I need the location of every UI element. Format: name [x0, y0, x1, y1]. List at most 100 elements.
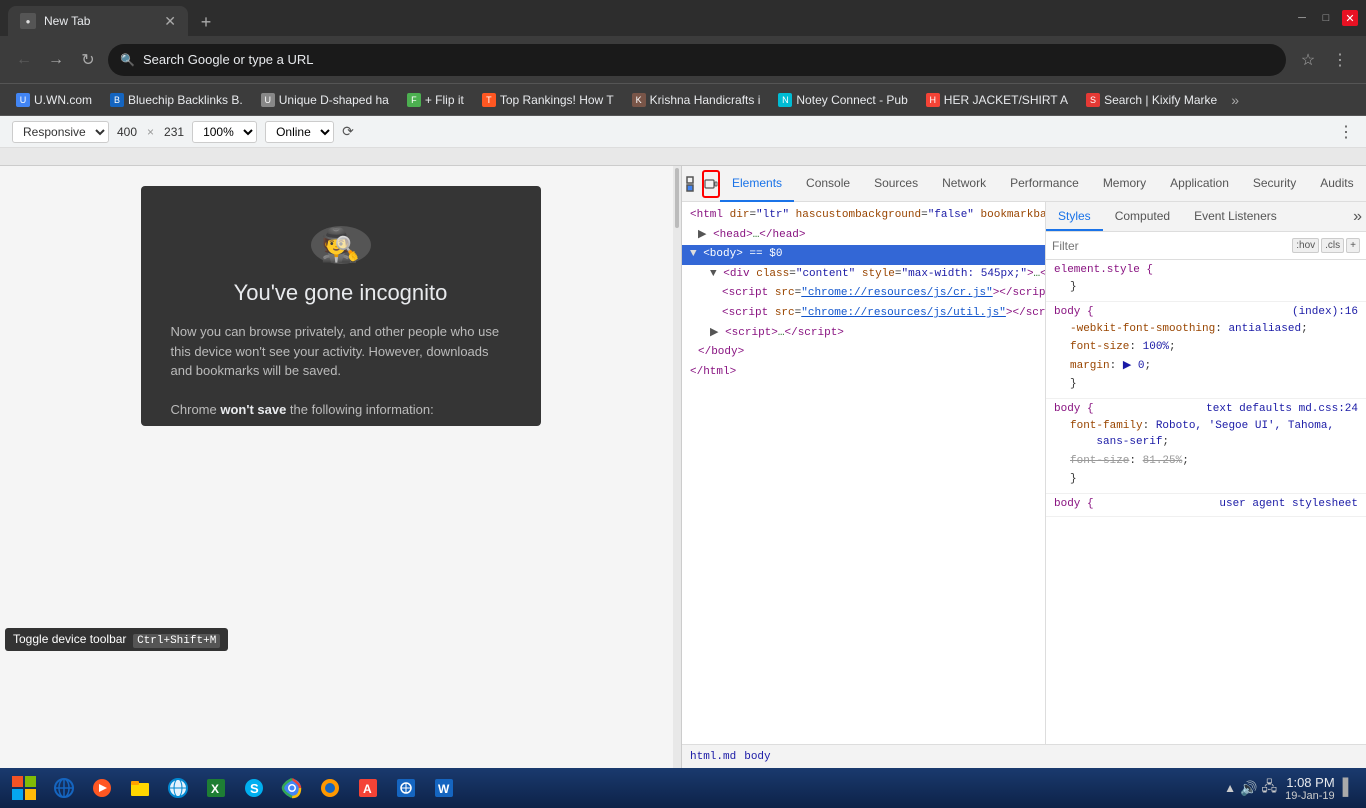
css-block-header: element.style {: [1054, 264, 1358, 278]
dom-line[interactable]: <script src="chrome://resources/js/cr.js…: [682, 284, 1045, 304]
css-block-header: body { (index):16: [1054, 306, 1358, 320]
responsive-select[interactable]: Responsive: [12, 121, 109, 143]
taskbar-excel[interactable]: X: [198, 770, 234, 806]
taskbar-clock[interactable]: 1:08 PM 19-Jan-19: [1285, 775, 1335, 802]
bookmark-star-icon[interactable]: ☆: [1294, 46, 1322, 74]
zoom-select[interactable]: 100%: [192, 121, 257, 143]
rotate-icon[interactable]: ⟳: [342, 123, 354, 140]
hov-button[interactable]: :hov: [1292, 238, 1319, 253]
styles-more-icon[interactable]: »: [1353, 208, 1362, 226]
filter-input[interactable]: [1052, 239, 1286, 253]
css-source[interactable]: text defaults md.css:24: [1206, 403, 1358, 417]
forward-button[interactable]: →: [44, 48, 68, 72]
bookmark-toprankings[interactable]: T Top Rankings! How T: [474, 88, 622, 112]
close-button[interactable]: ✕: [1342, 10, 1358, 26]
breadcrumb-bar: html.md body: [682, 744, 1366, 768]
incognito-title: You've gone incognito: [234, 280, 448, 306]
bookmark-bluechip[interactable]: B Bluechip Backlinks B.: [102, 88, 251, 112]
main-area: 🕵 You've gone incognito Now you can brow…: [0, 166, 1366, 768]
new-tab-button[interactable]: +: [192, 8, 220, 36]
reload-button[interactable]: ↻: [76, 48, 100, 72]
tab-memory[interactable]: Memory: [1091, 166, 1158, 202]
tab-network[interactable]: Network: [930, 166, 998, 202]
tab-console[interactable]: Console: [794, 166, 862, 202]
taskbar-skype[interactable]: S: [236, 770, 272, 806]
tab-computed[interactable]: Computed: [1103, 202, 1182, 231]
bookmark-unique[interactable]: U Unique D-shaped ha: [253, 88, 397, 112]
title-bar: ● New Tab ✕ + ─ □ ✕: [0, 0, 1366, 36]
tab-audits[interactable]: Audits: [1308, 166, 1365, 202]
ruler-area: [0, 148, 1366, 166]
start-button[interactable]: [4, 770, 44, 806]
css-block-body1: body { (index):16 -webkit-font-smoothing…: [1046, 302, 1366, 399]
taskbar-globe[interactable]: [160, 770, 196, 806]
tab-sources[interactable]: Sources: [862, 166, 930, 202]
taskbar-explorer[interactable]: [122, 770, 158, 806]
network-throttle-select[interactable]: Online: [265, 121, 334, 143]
bookmark-krishna[interactable]: K Krishna Handicrafts i: [624, 88, 769, 112]
tab-close-button[interactable]: ✕: [164, 13, 176, 30]
scroll-thumb[interactable]: [675, 168, 679, 228]
bookmark-herjacket[interactable]: H HER JACKET/SHIRT A: [918, 88, 1076, 112]
bookmark-uwn[interactable]: U U.WN.com: [8, 88, 100, 112]
bookmark-favicon: T: [482, 93, 496, 107]
tab-event-listeners[interactable]: Event Listeners: [1182, 202, 1289, 231]
taskbar-chrome[interactable]: [274, 770, 310, 806]
taskbar-word[interactable]: W: [426, 770, 462, 806]
dom-line[interactable]: <script src="chrome://resources/js/util.…: [682, 304, 1045, 324]
dom-line[interactable]: </html>: [682, 363, 1045, 383]
address-bar: ← → ↻ 🔍 Search Google or type a URL ☆ ⋮: [0, 36, 1366, 84]
taskbar-acrobat[interactable]: A: [350, 770, 386, 806]
taskbar-sound-icon[interactable]: 🔊: [1240, 780, 1257, 797]
back-button[interactable]: ←: [12, 48, 36, 72]
viewport-height: 231: [164, 125, 184, 139]
taskbar-media[interactable]: [84, 770, 120, 806]
bookmark-kixify[interactable]: S Search | Kixify Marke: [1078, 88, 1225, 112]
dom-line[interactable]: </body>: [682, 343, 1045, 363]
incognito-body: Now you can browse privately, and other …: [171, 322, 511, 420]
bookmarks-more-button[interactable]: »: [1231, 92, 1239, 108]
svg-text:X: X: [211, 782, 219, 796]
cls-button[interactable]: .cls: [1321, 238, 1344, 253]
inspect-element-button[interactable]: [686, 170, 702, 198]
url-bar[interactable]: 🔍 Search Google or type a URL: [108, 44, 1286, 76]
tab-styles[interactable]: Styles: [1046, 202, 1103, 231]
tab-elements[interactable]: Elements: [720, 166, 794, 202]
bookmark-favicon: K: [632, 93, 646, 107]
taskbar-expand-icon[interactable]: ▲: [1224, 781, 1236, 795]
tab-security[interactable]: Security: [1241, 166, 1308, 202]
taskbar-firefox[interactable]: [312, 770, 348, 806]
svg-text:S: S: [250, 781, 259, 796]
dom-line[interactable]: ▼ <div class="content" style="max-width:…: [682, 265, 1045, 285]
dom-line[interactable]: ▶ <script>…</script>: [682, 324, 1045, 344]
dom-line[interactable]: <html dir="ltr" hascustombackground="fal…: [682, 206, 1045, 226]
device-toolbar-toggle[interactable]: [702, 170, 720, 198]
dom-line[interactable]: ▶ <head>…</head>: [682, 226, 1045, 246]
devtools-panel: Elements Console Sources Network Perform…: [681, 166, 1366, 768]
bookmark-favicon: B: [110, 93, 124, 107]
show-desktop-button[interactable]: ▌: [1343, 779, 1354, 797]
tab-application[interactable]: Application: [1158, 166, 1241, 202]
taskbar-ie[interactable]: [46, 770, 82, 806]
bookmarks-bar: U U.WN.com B Bluechip Backlinks B. U Uni…: [0, 84, 1366, 116]
breadcrumb-html[interactable]: html.md: [690, 751, 736, 763]
url-input[interactable]: Search Google or type a URL: [143, 52, 1274, 67]
breadcrumb-body[interactable]: body: [744, 751, 770, 763]
css-block-body3: body { user agent stylesheet: [1046, 494, 1366, 517]
scrollbar[interactable]: [673, 166, 681, 768]
tab-performance[interactable]: Performance: [998, 166, 1091, 202]
taskbar-network-icon[interactable]: 🖧: [1261, 776, 1277, 800]
clock-time: 1:08 PM: [1285, 775, 1335, 790]
bookmark-flipit[interactable]: F + Flip it: [399, 88, 472, 112]
dom-line-body[interactable]: ▼ <body> == $0: [682, 245, 1045, 265]
chrome-menu-button[interactable]: ⋮: [1326, 46, 1354, 74]
filter-actions: :hov .cls +: [1292, 238, 1360, 253]
minimize-button[interactable]: ─: [1294, 10, 1310, 26]
bookmark-notey[interactable]: N Notey Connect - Pub: [770, 88, 915, 112]
add-rule-button[interactable]: +: [1346, 238, 1360, 253]
css-source[interactable]: (index):16: [1292, 306, 1358, 320]
taskbar-network[interactable]: [388, 770, 424, 806]
active-tab[interactable]: ● New Tab ✕: [8, 6, 188, 36]
device-toolbar-more-icon[interactable]: ⋮: [1338, 122, 1354, 142]
maximize-button[interactable]: □: [1318, 10, 1334, 26]
